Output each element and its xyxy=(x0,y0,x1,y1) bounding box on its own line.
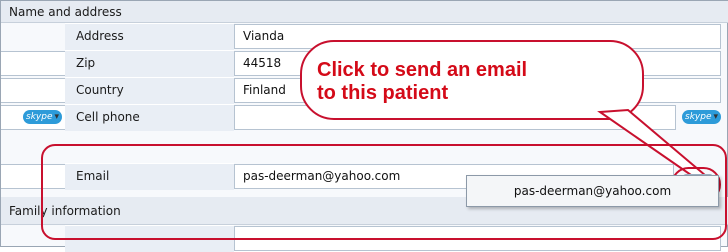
callout-line-1: Click to send an email xyxy=(317,59,528,81)
callout-line-2: to this patient xyxy=(317,82,449,104)
callout-text: Click to send an email to this patient xyxy=(317,59,617,105)
callout-pointer xyxy=(597,108,714,186)
email-dropdown-menu: pas-deerman@yahoo.com xyxy=(466,175,719,207)
dropdown-option-email[interactable]: pas-deerman@yahoo.com xyxy=(467,176,718,206)
